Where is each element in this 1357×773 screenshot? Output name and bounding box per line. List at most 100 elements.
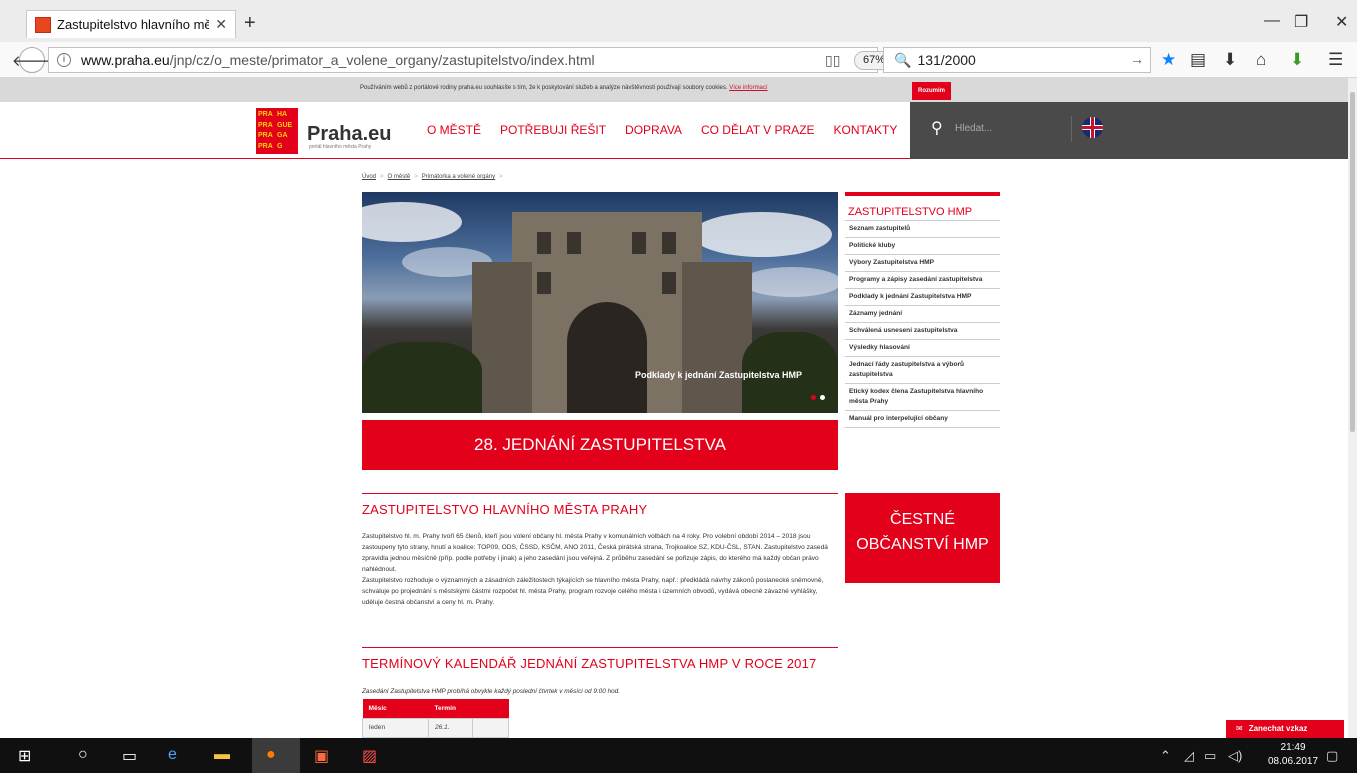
sidebar-item[interactable]: Podklady k jednání Zastupitelstva HMP — [845, 289, 1000, 306]
hero-caption[interactable]: Podklady k jednání Zastupitelstva HMP — [635, 370, 802, 380]
calendar-note: Zasedání Zastupitelstva HMP probíhá obvy… — [362, 688, 621, 695]
slider-dot[interactable] — [811, 395, 816, 400]
info-icon[interactable]: i — [57, 53, 71, 67]
close-window-icon[interactable]: ✕ — [1335, 12, 1348, 32]
browser-window: Zastupitelstvo hlavního měst ✕ + — ❐ ✕ 🡐… — [0, 0, 1357, 773]
volume-icon[interactable]: ◁) — [1228, 748, 1242, 764]
minimize-icon[interactable]: — — [1264, 12, 1280, 30]
main-nav: O MĚSTĚ POTŘEBUJI ŘEŠIT DOPRAVA CO DĚLAT… — [427, 123, 916, 137]
menu-icon[interactable]: ☰ — [1328, 50, 1343, 70]
task-view-icon[interactable]: ▭ — [122, 746, 137, 766]
tray-arrow-icon[interactable]: ⌃ — [1160, 748, 1171, 764]
tab-title: Zastupitelstvo hlavního měst — [57, 17, 210, 32]
maximize-icon[interactable]: ❐ — [1294, 12, 1308, 32]
browser-tab[interactable]: Zastupitelstvo hlavního měst ✕ — [26, 10, 236, 38]
jednani-banner[interactable]: 28. JEDNÁNÍ ZASTUPITELSTVA — [362, 420, 838, 470]
nav-item-co-delat[interactable]: CO DĚLAT V PRAZE — [701, 123, 815, 137]
notifications-icon[interactable]: ▢ — [1326, 748, 1338, 764]
file-explorer-icon[interactable]: ▬ — [214, 746, 230, 764]
sidebar-item[interactable]: Jednací řády zastupitelstva a výborů zas… — [845, 357, 1000, 384]
arrow-left-icon: 🡐 — [11, 52, 53, 70]
nav-item-doprava[interactable]: DOPRAVA — [625, 123, 682, 137]
breadcrumb-primatorka[interactable]: Primátorka a volené orgány — [422, 174, 495, 180]
favicon-icon — [35, 16, 51, 33]
uk-flag-icon[interactable] — [1082, 117, 1103, 138]
sidebar-item[interactable]: Politické kluby — [845, 238, 1000, 255]
download-icon[interactable]: ⬇ — [1223, 50, 1237, 70]
office-app-icon[interactable]: ▣ — [314, 746, 329, 766]
table-cell: leden — [362, 717, 429, 738]
sidebar-item[interactable]: Výsledky hlasování — [845, 340, 1000, 357]
search-value: 131/2000 — [917, 52, 976, 68]
back-button[interactable]: 🡐 — [12, 47, 52, 73]
hero-slider[interactable]: Podklady k jednání Zastupitelstva HMP — [362, 192, 838, 413]
sidebar: ZASTUPITELSTVO HMP Seznam zastupitelů Po… — [845, 192, 1000, 428]
tab-close-icon[interactable]: ✕ — [215, 16, 227, 33]
sidebar-title: ZASTUPITELSTVO HMP — [845, 196, 1000, 221]
paragraph: Zastupitelstvo rozhoduje o významných a … — [362, 577, 824, 606]
search-icon[interactable]: ⚲ — [931, 118, 943, 138]
cookie-bar: Používáním webů z portálové rodiny praha… — [0, 78, 1357, 102]
sidebar-item[interactable]: Záznamy jednání — [845, 306, 1000, 323]
calendar-title: TERMÍNOVÝ KALENDÁŘ JEDNÁNÍ ZASTUPITELSTV… — [362, 647, 838, 671]
feedback-button[interactable]: ✉ Zanechat vzkaz — [1226, 720, 1344, 738]
taskbar-active-bg — [252, 738, 300, 773]
breadcrumb: Úvod > O městě > Primátorka a volené orgány > — [362, 174, 503, 180]
table-cell — [472, 717, 509, 738]
sidebar-item[interactable]: Programy a zápisy zasedání zastupitelstv… — [845, 272, 1000, 289]
addon-icon[interactable]: ⬇ — [1290, 50, 1304, 70]
nav-item-kontakty[interactable]: KONTAKTY — [834, 123, 898, 137]
slider-dot[interactable] — [820, 395, 825, 400]
intro-text: Zastupitelstvo hl. m. Prahy tvoří 65 čle… — [362, 531, 838, 608]
mail-icon: ✉ — [1236, 724, 1243, 733]
cookie-text: Používáním webů z portálové rodiny praha… — [360, 85, 768, 91]
new-tab-button[interactable]: + — [244, 12, 256, 35]
library-icon[interactable]: ▤ — [1190, 50, 1206, 70]
search-go-icon[interactable]: → — [1130, 51, 1144, 67]
edge-icon[interactable]: e — [168, 746, 177, 764]
praha-logo[interactable]: PRA HA PRA GUE PRA GA PRA G — [256, 108, 298, 154]
cookie-accept-button[interactable]: Rozumím — [912, 82, 951, 100]
navigation-toolbar: 🡐 i www.praha.eu/jnp/cz/o_meste/primator… — [0, 42, 1357, 78]
sidebar-item[interactable]: Seznam zastupitelů — [845, 221, 1000, 238]
bookmark-star-icon[interactable]: ★ — [1161, 50, 1176, 70]
browser-search-input[interactable]: 🔍 131/2000 → — [883, 47, 1151, 73]
column-header: Měsíc — [362, 699, 429, 718]
site-header: PRA HA PRA GUE PRA GA PRA G Praha.eu portál … — [0, 102, 1357, 159]
table-header-row: Měsíc Termín — [362, 699, 509, 718]
reader-view-icon[interactable]: ▯▯ — [825, 52, 840, 69]
tab-bar: Zastupitelstvo hlavního měst ✕ + — ❐ ✕ — [0, 0, 1357, 42]
divider — [1071, 116, 1072, 142]
site-search-input[interactable]: Hledat... — [955, 123, 992, 134]
sidebar-item[interactable]: Etický kodex člena Zastupitelstva hlavní… — [845, 384, 1000, 411]
site-tagline: portál hlavního města Prahy — [309, 144, 372, 150]
nav-item-potrebuji-resit[interactable]: POTŘEBUJI ŘEŠIT — [500, 123, 606, 137]
breadcrumb-uvod[interactable]: Úvod — [362, 174, 376, 180]
sidebar-item[interactable]: Schválená usnesení zastupitelstva — [845, 323, 1000, 340]
nav-item-o-meste[interactable]: O MĚSTĚ — [427, 123, 481, 137]
pdf-app-icon[interactable]: ▨ — [362, 746, 377, 766]
cookie-more-link[interactable]: Více informací — [729, 85, 767, 91]
table-cell: 26.1. — [428, 717, 473, 738]
home-icon[interactable]: ⌂ — [1256, 50, 1266, 70]
column-header — [472, 699, 509, 718]
sidebar-item[interactable]: Manuál pro interpelující občany — [845, 411, 1000, 428]
breadcrumb-o-meste[interactable]: O městě — [388, 174, 411, 180]
cestne-obcanstvi-banner[interactable]: ČESTNÉ OBČANSTVÍ HMP — [845, 493, 1000, 583]
search-icon[interactable]: ○ — [78, 746, 88, 764]
scrollbar-thumb[interactable] — [1350, 92, 1355, 432]
section-title: ZASTUPITELSTVO HLAVNÍHO MĚSTA PRAHY — [362, 493, 838, 517]
wifi-icon[interactable]: ◿ — [1184, 748, 1194, 764]
calendar-table: Měsíc Termín leden 26.1. — [362, 699, 509, 738]
clock[interactable]: 21:49 08.06.2017 — [1268, 741, 1318, 769]
windows-start-icon[interactable]: ⊞ — [18, 746, 31, 766]
battery-icon[interactable]: ▭ — [1204, 748, 1216, 764]
search-icon: 🔍 — [894, 51, 912, 68]
site-name[interactable]: Praha.eu — [307, 123, 391, 146]
firefox-icon[interactable]: ● — [266, 746, 276, 764]
paragraph: Zastupitelstvo hl. m. Prahy tvoří 65 čle… — [362, 533, 828, 573]
site-search-panel: ⚲ Hledat... — [910, 102, 1356, 159]
table-row: leden 26.1. — [362, 717, 509, 738]
url-bar[interactable]: i www.praha.eu/jnp/cz/o_meste/primator_a… — [48, 47, 920, 73]
sidebar-item[interactable]: Výbory Zastupitelstva HMP — [845, 255, 1000, 272]
